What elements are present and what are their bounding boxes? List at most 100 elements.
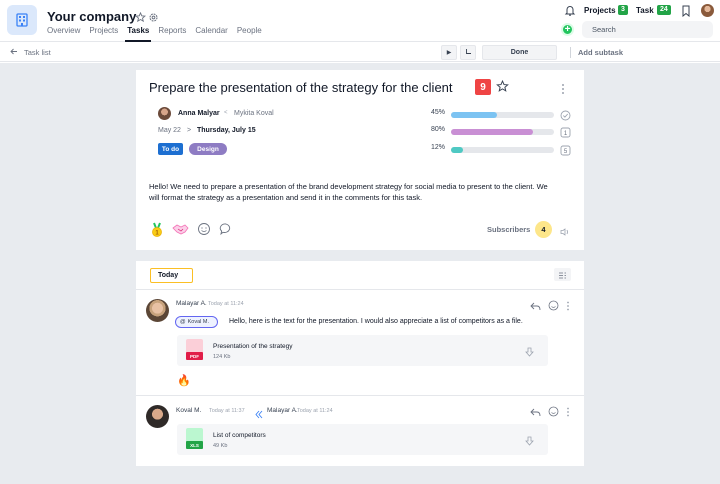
reply-author[interactable]: Malayar A. — [267, 407, 298, 414]
search-input[interactable] — [582, 21, 713, 38]
assignee-name[interactable]: Anna Malyar — [178, 110, 220, 117]
play-button[interactable]: ▶ — [441, 45, 457, 60]
reply-time: Today at 11:24 — [297, 408, 333, 414]
smile-icon[interactable] — [197, 222, 211, 243]
nav-tasks[interactable]: Tasks — [125, 26, 152, 42]
task-count-badge: 24 — [657, 5, 671, 15]
add-subtask-button[interactable]: Add subtask — [578, 48, 623, 57]
file-size: 49 Kb — [213, 443, 228, 449]
smile-icon[interactable] — [548, 404, 559, 422]
subscribe-signal-icon[interactable] — [559, 224, 570, 242]
divider — [136, 395, 584, 396]
nav-reports[interactable]: Reports — [158, 26, 186, 38]
task-title: Prepare the presentation of the strategy… — [149, 80, 453, 95]
done-button[interactable]: Done — [482, 45, 557, 60]
handshake-icon[interactable] — [172, 222, 189, 243]
task-number-badge: 9 — [475, 79, 491, 95]
progress-bar — [451, 129, 554, 135]
file-attachment[interactable]: PDF Presentation of the strategy 124 Kb — [177, 335, 548, 366]
medal-icon[interactable]: 1 — [150, 222, 164, 243]
reply-icon[interactable] — [530, 298, 541, 316]
comment-actions — [530, 298, 570, 316]
comments-card: Today Malayar A. Today at 11:24 @ Koval … — [136, 261, 584, 466]
user-avatar[interactable] — [701, 4, 714, 17]
progress-row: 12% 5 — [431, 143, 571, 156]
reply-quote-icon — [255, 406, 263, 424]
arrow-left-icon — [10, 48, 18, 57]
count-box-icon[interactable]: 1 — [560, 125, 571, 143]
nav-projects[interactable]: Projects — [89, 26, 118, 38]
mention-chip[interactable]: @ Koval M. — [175, 316, 218, 328]
count-box-icon[interactable]: 5 — [560, 143, 571, 161]
filter-icon — [558, 266, 567, 284]
bell-icon[interactable] — [564, 4, 576, 22]
status-tag[interactable]: To do — [158, 143, 183, 155]
assignee-avatar[interactable] — [158, 107, 171, 120]
back-to-task-list[interactable]: Task list — [10, 48, 51, 57]
file-name: List of competitors — [213, 432, 266, 439]
progress-fill — [451, 112, 498, 118]
company-name: Your company — [47, 9, 137, 24]
filter-button[interactable] — [554, 268, 571, 281]
projects-label[interactable]: Projects — [584, 6, 616, 15]
top-bar: Your company Overview Projects Tasks Rep… — [0, 0, 720, 42]
download-icon[interactable] — [525, 345, 534, 363]
comment-text: Hello, here is the text for the presenta… — [229, 318, 523, 325]
progress-bar — [451, 147, 554, 153]
divider — [136, 289, 584, 290]
comment-author[interactable]: Malayar A. — [176, 300, 207, 307]
file-ext-badge: XLS — [186, 441, 203, 449]
projects-count-badge: 3 — [618, 5, 628, 15]
subscribers-label[interactable]: Subscribers — [487, 225, 530, 234]
smile-icon[interactable] — [548, 298, 559, 316]
date-arrow-icon: > — [187, 127, 192, 134]
divider — [570, 47, 571, 58]
task-label[interactable]: Task — [636, 6, 654, 15]
comment-author-avatar[interactable] — [146, 405, 169, 428]
plus-icon: + — [564, 24, 571, 35]
reply-icon[interactable] — [530, 404, 541, 422]
favorite-star-icon[interactable] — [496, 79, 509, 98]
main-nav: Overview Projects Tasks Reports Calendar… — [47, 26, 262, 42]
comment-time: Today at 11:37 — [209, 408, 245, 414]
more-vertical-icon[interactable] — [566, 298, 570, 316]
comment-author-avatar[interactable] — [146, 299, 169, 322]
comment-icon[interactable] — [219, 222, 233, 243]
timer-button[interactable] — [460, 45, 476, 60]
reaction-bar: 1 — [150, 222, 233, 243]
more-vertical-icon[interactable] — [566, 404, 570, 422]
bookmark-icon[interactable] — [681, 4, 691, 22]
subscribers-count-badge[interactable]: 4 — [535, 221, 552, 238]
corner-icon — [465, 48, 472, 57]
download-icon[interactable] — [525, 434, 534, 452]
more-vertical-icon[interactable] — [561, 82, 565, 100]
progress-bar — [451, 112, 554, 118]
task-description: Hello! We need to prepare a presentation… — [149, 182, 548, 202]
progress-percent: 45% — [431, 109, 446, 116]
comment-time: Today at 11:24 — [208, 301, 244, 307]
check-circle-icon[interactable] — [560, 108, 571, 126]
task-toolbar: Task list ▶ Done Add subtask — [0, 43, 720, 62]
start-date[interactable]: May 22 — [158, 127, 181, 134]
comment-author[interactable]: Koval M. — [176, 407, 201, 414]
fire-reaction[interactable]: 🔥 — [177, 374, 191, 387]
nav-overview[interactable]: Overview — [47, 26, 80, 38]
arrow-right-icon: < — [224, 110, 228, 116]
file-name: Presentation of the strategy — [213, 343, 293, 350]
file-ext-badge: PDF — [186, 352, 203, 360]
progress-percent: 12% — [431, 144, 446, 151]
back-label: Task list — [24, 48, 51, 57]
add-button[interactable]: + — [561, 23, 574, 36]
progress-fill — [451, 129, 534, 135]
file-attachment[interactable]: XLS List of competitors 49 Kb — [177, 424, 548, 455]
progress-row: 80% 1 — [431, 125, 571, 138]
category-tag[interactable]: Design — [189, 143, 227, 155]
nav-people[interactable]: People — [237, 26, 262, 38]
reporter-name[interactable]: Mykita Koval — [234, 110, 274, 117]
due-date[interactable]: Thursday, July 15 — [197, 127, 256, 134]
task-card: Prepare the presentation of the strategy… — [136, 70, 584, 250]
count-box-text: 1 — [564, 131, 568, 137]
progress-row: 45% — [431, 108, 571, 121]
company-logo-icon[interactable] — [7, 5, 37, 35]
nav-calendar[interactable]: Calendar — [195, 26, 227, 38]
